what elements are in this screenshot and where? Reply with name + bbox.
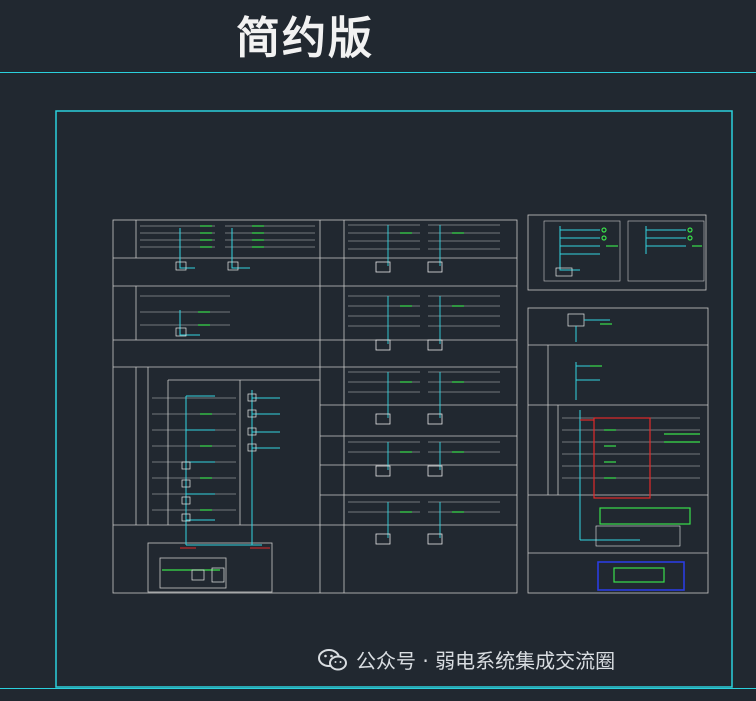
main-right-subsystems — [348, 224, 500, 545]
wechat-icon — [318, 648, 348, 672]
top-right-diagram — [527, 214, 707, 291]
main-cyan-trunks — [179, 228, 280, 546]
main-system-diagram — [112, 219, 518, 594]
watermark: 公众号 · 弱电系统集成交流圈 — [318, 645, 615, 674]
main-left-branches — [140, 225, 315, 511]
drawing-frame — [55, 110, 733, 688]
main-device-boxes — [175, 261, 257, 583]
watermark-text: 公众号 · 弱电系统集成交流圈 — [356, 649, 616, 673]
cad-drawing — [55, 110, 733, 688]
bottom-right-diagram — [527, 307, 709, 594]
